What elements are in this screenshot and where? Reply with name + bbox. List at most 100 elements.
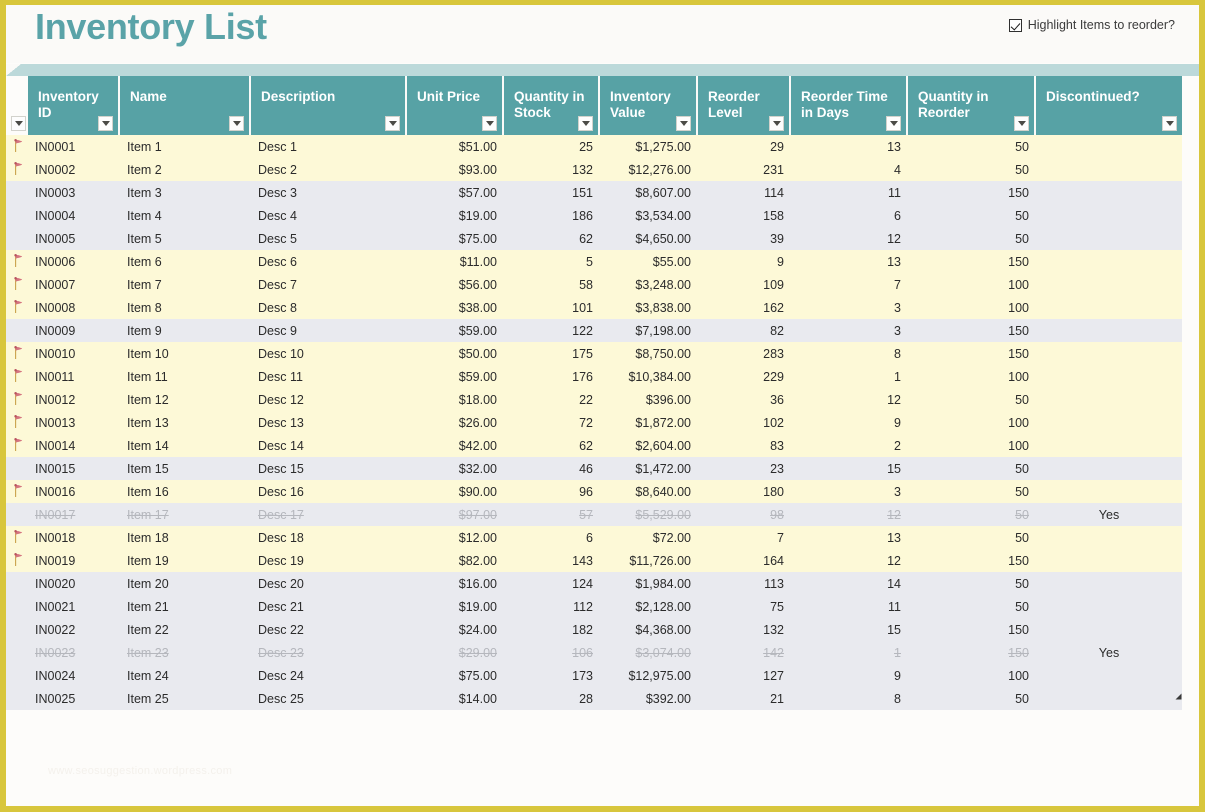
cell-desc[interactable]: Desc 20 (251, 572, 407, 595)
cell-qty-reorder[interactable]: 150 (908, 319, 1036, 342)
cell-qty-reorder[interactable]: 50 (908, 526, 1036, 549)
cell-reorder-level[interactable]: 29 (698, 135, 791, 158)
cell-price[interactable]: $29.00 (407, 641, 504, 664)
cell-reorder-days[interactable]: 1 (791, 641, 908, 664)
column-header-discontinued[interactable]: Discontinued? (1036, 76, 1182, 135)
cell-reorder-days[interactable]: 12 (791, 503, 908, 526)
cell-id[interactable]: IN0015 (28, 457, 120, 480)
table-row[interactable]: IN0003 Item 3 Desc 3 $57.00 151 $8,607.00 114 1… (6, 181, 1182, 204)
cell-qty-reorder[interactable]: 50 (908, 480, 1036, 503)
cell-qty-reorder[interactable]: 100 (908, 365, 1036, 388)
cell-stock[interactable]: 5 (504, 250, 600, 273)
cell-value[interactable]: $1,472.00 (600, 457, 698, 480)
filter-dropdown-icon[interactable] (886, 116, 901, 131)
cell-reorder-level[interactable]: 98 (698, 503, 791, 526)
cell-id[interactable]: IN0009 (28, 319, 120, 342)
column-header-name[interactable]: Name (120, 76, 251, 135)
cell-discontinued[interactable] (1036, 434, 1182, 457)
table-row[interactable]: IN0001 Item 1 Desc 1 $51.00 25 $1,275.00 29 13 5… (6, 135, 1182, 158)
cell-stock[interactable]: 6 (504, 526, 600, 549)
filter-dropdown-icon[interactable] (1014, 116, 1029, 131)
cell-id[interactable]: IN0012 (28, 388, 120, 411)
filter-dropdown-icon[interactable] (385, 116, 400, 131)
cell-stock[interactable]: 62 (504, 227, 600, 250)
highlight-reorder-toggle[interactable]: Highlight Items to reorder? (1008, 18, 1175, 32)
cell-discontinued[interactable] (1036, 319, 1182, 342)
table-row[interactable]: IN0005 Item 5 Desc 5 $75.00 62 $4,650.00 39 12 5… (6, 227, 1182, 250)
cell-value[interactable]: $1,275.00 (600, 135, 698, 158)
cell-reorder-level[interactable]: 162 (698, 296, 791, 319)
table-resize-handle[interactable] (1175, 693, 1182, 700)
cell-id[interactable]: IN0011 (28, 365, 120, 388)
table-row[interactable]: IN0017 Item 17 Desc 17 $97.00 57 $5,529.00 98 1… (6, 503, 1182, 526)
cell-reorder-level[interactable]: 102 (698, 411, 791, 434)
table-row[interactable]: IN0024 Item 24 Desc 24 $75.00 173 $12,975.00 1… (6, 664, 1182, 687)
cell-id[interactable]: IN0013 (28, 411, 120, 434)
cell-desc[interactable]: Desc 6 (251, 250, 407, 273)
cell-price[interactable]: $19.00 (407, 204, 504, 227)
cell-price[interactable]: $14.00 (407, 687, 504, 710)
cell-reorder-days[interactable]: 15 (791, 457, 908, 480)
cell-reorder-level[interactable]: 7 (698, 526, 791, 549)
cell-desc[interactable]: Desc 8 (251, 296, 407, 319)
cell-stock[interactable]: 28 (504, 687, 600, 710)
cell-desc[interactable]: Desc 23 (251, 641, 407, 664)
cell-desc[interactable]: Desc 13 (251, 411, 407, 434)
table-row[interactable]: IN0007 Item 7 Desc 7 $56.00 58 $3,248.00 109 7 1… (6, 273, 1182, 296)
cell-discontinued[interactable] (1036, 618, 1182, 641)
cell-name[interactable]: Item 3 (120, 181, 251, 204)
cell-name[interactable]: Item 4 (120, 204, 251, 227)
cell-name[interactable]: Item 11 (120, 365, 251, 388)
cell-stock[interactable]: 122 (504, 319, 600, 342)
cell-id[interactable]: IN0016 (28, 480, 120, 503)
cell-price[interactable]: $75.00 (407, 227, 504, 250)
cell-qty-reorder[interactable]: 100 (908, 434, 1036, 457)
cell-qty-reorder[interactable]: 150 (908, 181, 1036, 204)
column-header-description[interactable]: Description (251, 76, 407, 135)
cell-qty-reorder[interactable]: 50 (908, 572, 1036, 595)
table-row[interactable]: IN0022 Item 22 Desc 22 $24.00 182 $4,368.00 13… (6, 618, 1182, 641)
table-row[interactable]: IN0006 Item 6 Desc 6 $11.00 5 $55.00 9 13 150 (6, 250, 1182, 273)
cell-qty-reorder[interactable]: 50 (908, 204, 1036, 227)
cell-discontinued[interactable]: Yes (1036, 503, 1182, 526)
cell-name[interactable]: Item 10 (120, 342, 251, 365)
cell-value[interactable]: $2,604.00 (600, 434, 698, 457)
cell-stock[interactable]: 176 (504, 365, 600, 388)
cell-stock[interactable]: 112 (504, 595, 600, 618)
cell-stock[interactable]: 46 (504, 457, 600, 480)
cell-desc[interactable]: Desc 1 (251, 135, 407, 158)
cell-discontinued[interactable] (1036, 411, 1182, 434)
cell-desc[interactable]: Desc 9 (251, 319, 407, 342)
cell-id[interactable]: IN0023 (28, 641, 120, 664)
cell-reorder-level[interactable]: 283 (698, 342, 791, 365)
filter-dropdown-icon[interactable] (98, 116, 113, 131)
column-header-unit-price[interactable]: Unit Price (407, 76, 504, 135)
cell-name[interactable]: Item 7 (120, 273, 251, 296)
cell-name[interactable]: Item 6 (120, 250, 251, 273)
cell-qty-reorder[interactable]: 150 (908, 549, 1036, 572)
cell-discontinued[interactable] (1036, 365, 1182, 388)
cell-desc[interactable]: Desc 3 (251, 181, 407, 204)
cell-reorder-level[interactable]: 142 (698, 641, 791, 664)
cell-id[interactable]: IN0004 (28, 204, 120, 227)
cell-qty-reorder[interactable]: 150 (908, 250, 1036, 273)
cell-qty-reorder[interactable]: 100 (908, 664, 1036, 687)
column-header-inventory-value[interactable]: Inventory Value (600, 76, 698, 135)
cell-desc[interactable]: Desc 5 (251, 227, 407, 250)
cell-reorder-days[interactable]: 14 (791, 572, 908, 595)
cell-qty-reorder[interactable]: 50 (908, 687, 1036, 710)
table-row[interactable]: IN0016 Item 16 Desc 16 $90.00 96 $8,640.00 180… (6, 480, 1182, 503)
cell-price[interactable]: $57.00 (407, 181, 504, 204)
cell-price[interactable]: $59.00 (407, 319, 504, 342)
cell-discontinued[interactable] (1036, 342, 1182, 365)
cell-name[interactable]: Item 17 (120, 503, 251, 526)
cell-desc[interactable]: Desc 16 (251, 480, 407, 503)
cell-discontinued[interactable] (1036, 273, 1182, 296)
cell-id[interactable]: IN0007 (28, 273, 120, 296)
cell-value[interactable]: $2,128.00 (600, 595, 698, 618)
table-row[interactable]: IN0015 Item 15 Desc 15 $32.00 46 $1,472.00 23 1… (6, 457, 1182, 480)
cell-value[interactable]: $7,198.00 (600, 319, 698, 342)
cell-id[interactable]: IN0020 (28, 572, 120, 595)
cell-reorder-days[interactable]: 13 (791, 135, 908, 158)
cell-stock[interactable]: 58 (504, 273, 600, 296)
